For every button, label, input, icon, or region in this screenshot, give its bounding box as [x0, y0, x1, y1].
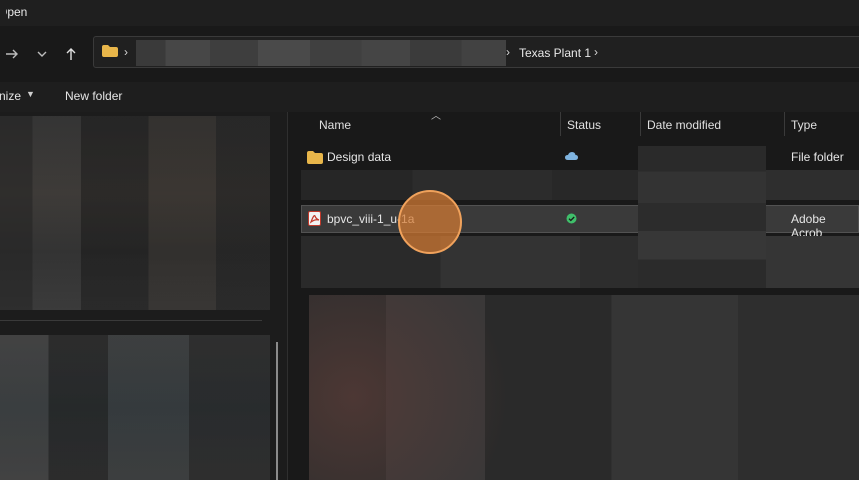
breadcrumb-separator: ›	[506, 45, 510, 59]
chevron-down-icon	[37, 51, 47, 57]
up-button[interactable]	[61, 44, 81, 64]
column-separator[interactable]	[784, 112, 785, 136]
check-circle-icon	[566, 213, 577, 224]
click-indicator	[398, 190, 462, 254]
cloud-icon	[565, 152, 578, 160]
column-header-status[interactable]: Status	[567, 118, 601, 132]
file-row[interactable]: Design data File folder	[301, 144, 859, 170]
breadcrumb-separator: ›	[124, 45, 128, 59]
arrow-up-icon	[66, 48, 76, 60]
column-header-name[interactable]: Name	[319, 118, 351, 132]
file-type: File folder	[791, 150, 844, 164]
folder-icon	[102, 45, 118, 57]
nav-divider	[0, 320, 262, 321]
redacted-file-row[interactable]	[301, 170, 859, 200]
redacted-nav-items	[0, 116, 270, 310]
redacted-breadcrumb	[136, 40, 506, 66]
column-header-date-modified[interactable]: Date modified	[647, 118, 721, 132]
new-folder-button[interactable]: New folder	[65, 89, 122, 103]
file-name: Design data	[327, 150, 392, 164]
pdf-icon	[308, 211, 321, 226]
title-bar	[0, 0, 859, 26]
caret-down-icon[interactable]: ▼	[26, 89, 35, 99]
redacted-file-row[interactable]	[301, 236, 859, 288]
file-row-selected[interactable]: bpvc_viii-1_u-1a Adobe Acrob	[301, 205, 859, 240]
redacted-dates	[638, 146, 766, 288]
arrow-right-icon	[6, 49, 18, 59]
breadcrumb-current[interactable]: Texas Plant 1	[519, 46, 591, 60]
nav-scrollbar[interactable]	[276, 342, 278, 480]
recent-locations-button[interactable]	[32, 44, 52, 64]
sort-ascending-icon: ︿	[431, 111, 441, 122]
redacted-nav-items	[0, 335, 270, 480]
redacted-preview	[309, 295, 859, 480]
organize-button[interactable]: nize	[0, 89, 21, 103]
column-header-type[interactable]: Type	[791, 118, 817, 132]
command-bar	[0, 82, 859, 112]
breadcrumb-chevron[interactable]: ›	[594, 45, 598, 59]
column-separator[interactable]	[560, 112, 561, 136]
column-separator[interactable]	[640, 112, 641, 136]
folder-icon	[307, 151, 323, 164]
forward-button[interactable]	[2, 44, 22, 64]
